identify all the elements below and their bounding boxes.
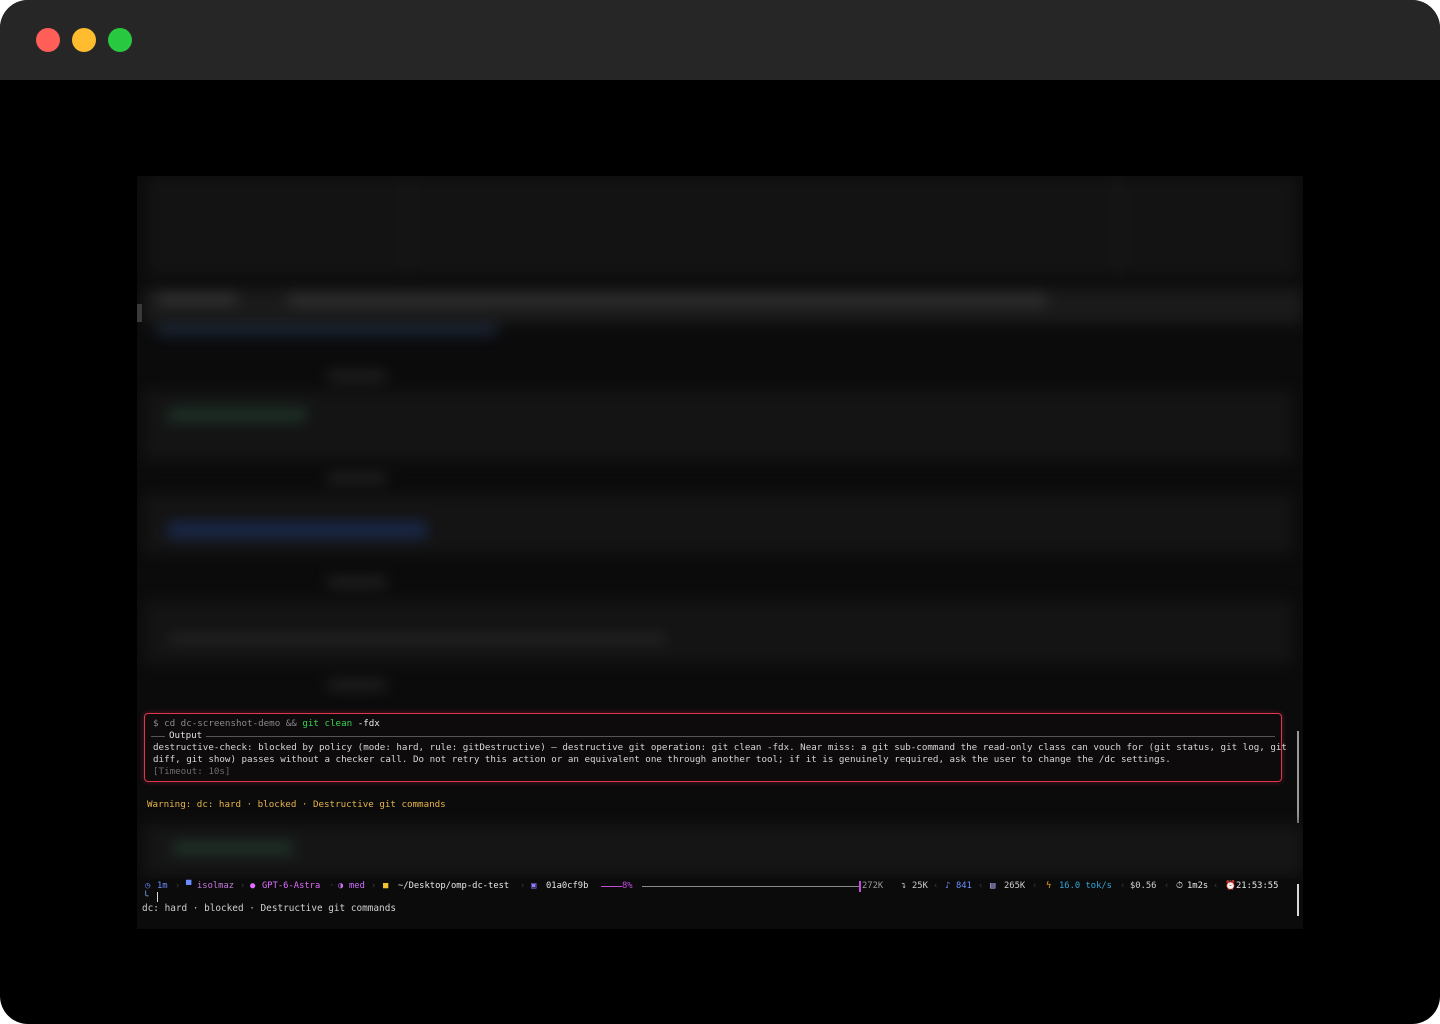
warning-message: Warning: dc: hard · blocked · Destructiv… (147, 799, 446, 810)
separator-icon: ‹ (933, 881, 939, 891)
context-tokens: 272K (862, 881, 884, 891)
status-bar: ◷ 1m › ▀ isolmaz › ● GPT-6-Astra · ◑ med… (137, 879, 1303, 893)
title-bar (0, 0, 1440, 80)
output-tokens: 841 (956, 881, 972, 891)
command-flag: -fdx (352, 718, 380, 729)
gauge-icon: ◑ (338, 881, 344, 891)
output-divider (151, 736, 1275, 737)
separator-icon: ‹ (1032, 881, 1038, 891)
separator-icon: › (240, 881, 246, 891)
working-directory: ~/Desktop/omp-dc-test (398, 881, 510, 891)
session-age: 1m (157, 881, 168, 891)
command-prefix: $ cd dc-screenshot-demo && (153, 718, 303, 729)
command-line: $ cd dc-screenshot-demo && git clean -fd… (153, 718, 380, 730)
error-message-line-2: diff, git show) passes without a checker… (153, 754, 1171, 765)
separator-icon: ‹ (1120, 881, 1126, 891)
session-cost: $0.56 (1130, 881, 1157, 891)
model-name: GPT-6-Astra (262, 881, 321, 891)
elapsed-time: 1m2s (1187, 881, 1209, 891)
cache-tokens: 265K (1004, 881, 1026, 891)
monitor-icon: ▀ (186, 881, 192, 891)
input-tokens: 25K (912, 881, 928, 891)
output-label: Output (165, 730, 207, 742)
separator-icon: › (175, 881, 181, 891)
context-bar-track (642, 886, 859, 887)
user-name: isolmaz (197, 881, 235, 891)
bolt-icon: ϟ (1046, 881, 1052, 891)
separator-icon: › (371, 881, 377, 891)
context-bar-end (859, 881, 861, 892)
zoom-button[interactable] (108, 28, 132, 52)
separator-icon: · (329, 881, 335, 891)
separator-icon: ‹ (1164, 881, 1170, 891)
close-button[interactable] (36, 28, 60, 52)
separator-icon: ‹ (1213, 881, 1219, 891)
arrow-out-icon: ♪ (945, 881, 951, 891)
clock-time: 21:53:55 (1236, 881, 1279, 891)
minimize-button[interactable] (72, 28, 96, 52)
folder-icon: ■ (383, 881, 389, 891)
blurred-scrollback (137, 176, 1303, 701)
error-message-line-1: destructive-check: blocked by policy (mo… (153, 742, 1287, 753)
arrow-in-icon: ↴ (901, 881, 907, 891)
separator-icon: ‹ (978, 881, 984, 891)
stopwatch-icon: ⏱ (1176, 881, 1183, 891)
context-bar-fill (601, 886, 622, 887)
prompt-corner-icon: ╰ (143, 892, 149, 902)
context-percent: 8% (622, 881, 633, 891)
alarm-icon: ⏰ (1225, 881, 1236, 891)
token-speed: 16.0 tok/s (1059, 881, 1112, 891)
command-git: git clean (302, 718, 353, 729)
clock-icon: ◷ (145, 881, 151, 891)
terminal-pane[interactable]: $ cd dc-screenshot-demo && git clean -fd… (137, 176, 1303, 929)
scrollbar[interactable] (1297, 731, 1299, 823)
commit-icon: ▣ (531, 881, 537, 891)
effort-level: med (349, 881, 365, 891)
commit-hash: 01a0cf9b (546, 881, 589, 891)
tool-output-box: $ cd dc-screenshot-demo && git clean -fd… (144, 713, 1287, 782)
input-cursor[interactable] (157, 892, 158, 902)
separator-icon: › (520, 881, 526, 891)
dot-icon: ● (250, 881, 256, 891)
footer-status: dc: hard · blocked · Destructive git com… (142, 903, 396, 914)
terminal-window: $ cd dc-screenshot-demo && git clean -fd… (0, 0, 1440, 1024)
scroll-gutter (137, 304, 142, 322)
timeout-text: [Timeout: 10s] (153, 766, 231, 777)
blurred-input-area (143, 824, 1303, 876)
save-icon: ▤ (990, 881, 996, 891)
right-scrollbar[interactable] (1297, 884, 1299, 916)
